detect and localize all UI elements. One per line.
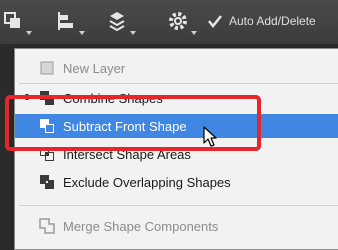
mouse-pointer-icon bbox=[203, 126, 217, 147]
path-alignment-icon[interactable] bbox=[55, 10, 77, 32]
path-arrangement-dropdown-arrow[interactable] bbox=[130, 31, 136, 35]
path-operations-dropdown-arrow[interactable] bbox=[26, 31, 32, 35]
gear-icon[interactable] bbox=[167, 10, 189, 32]
path-arrangement-icon[interactable] bbox=[106, 10, 128, 32]
settings-dropdown-arrow[interactable] bbox=[191, 31, 197, 35]
menu-item-label: New Layer bbox=[63, 61, 126, 76]
menu-item-label: Exclude Overlapping Shapes bbox=[63, 175, 231, 190]
exclude-overlapping-shapes-icon bbox=[40, 175, 54, 189]
new-layer-icon bbox=[40, 61, 54, 75]
auto-add-delete-label[interactable]: Auto Add/Delete bbox=[229, 14, 316, 28]
menu-separator bbox=[19, 205, 338, 206]
annotation-highlight-box bbox=[5, 95, 261, 151]
menu-item-exclude-overlapping-shapes[interactable]: Exclude Overlapping Shapes bbox=[15, 170, 338, 194]
path-alignment-dropdown-arrow[interactable] bbox=[79, 31, 85, 35]
path-operations-icon[interactable] bbox=[2, 10, 24, 32]
options-bar: Auto Add/Delete bbox=[0, 0, 338, 44]
menu-item-new-layer[interactable]: New Layer bbox=[15, 56, 338, 80]
menu-item-label: Merge Shape Components bbox=[63, 219, 219, 234]
merge-shape-components-icon bbox=[39, 218, 55, 234]
auto-add-delete-checkbox[interactable] bbox=[207, 13, 223, 29]
menu-separator bbox=[19, 83, 338, 84]
menu-item-merge-shape-components[interactable]: Merge Shape Components bbox=[15, 214, 338, 238]
